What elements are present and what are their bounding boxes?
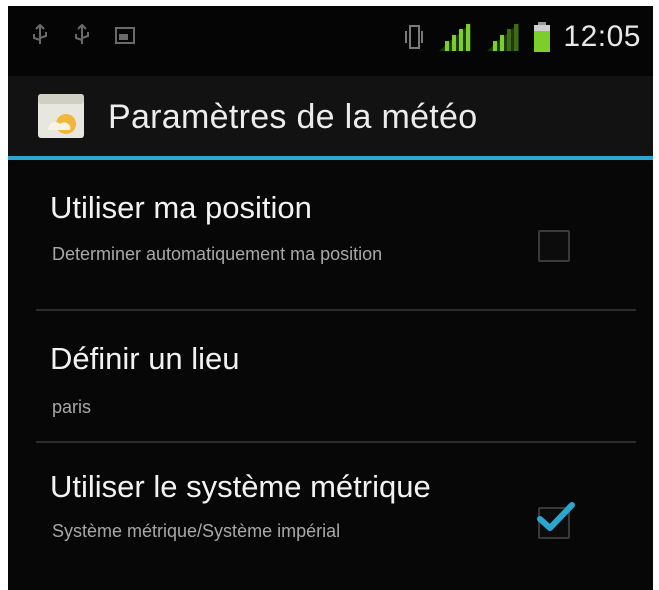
usb-icon bbox=[33, 24, 47, 44]
page-title: Paramètres de la météo bbox=[108, 98, 478, 136]
setting-use-location[interactable]: Utiliser ma position Determiner automati… bbox=[8, 160, 653, 310]
setting-title: Utiliser le système métrique bbox=[50, 469, 431, 504]
battery-icon bbox=[534, 22, 551, 52]
signal-icon bbox=[439, 23, 472, 51]
setting-title: Définir un lieu bbox=[50, 341, 240, 376]
checkmark-icon bbox=[537, 502, 575, 531]
setting-title: Utiliser ma position bbox=[50, 190, 312, 225]
screenshot-icon bbox=[115, 27, 135, 44]
weather-app-icon[interactable] bbox=[36, 90, 88, 142]
app-bar: Paramètres de la météo bbox=[8, 76, 653, 156]
setting-title-container: Utiliser le système métrique bbox=[50, 467, 538, 511]
status-bar: 12:05 bbox=[8, 6, 653, 76]
setting-summary: paris bbox=[52, 397, 92, 417]
status-clock: 12:05 bbox=[563, 20, 641, 53]
setting-metric-system[interactable]: Utiliser le système métrique Système mét… bbox=[8, 443, 653, 590]
phone-screen: 12:05 Paramètres de la météo Utiliser ma… bbox=[8, 6, 653, 590]
setting-summary: Système métrique/Système impérial bbox=[52, 521, 341, 541]
setting-summary: Determiner automatiquement ma position bbox=[52, 244, 383, 264]
setting-set-location[interactable]: Définir un lieu paris bbox=[8, 311, 653, 441]
usb-debug-icon bbox=[75, 24, 89, 44]
vibrate-icon bbox=[405, 25, 424, 49]
use-location-checkbox[interactable] bbox=[538, 230, 570, 262]
signal-icon bbox=[487, 23, 520, 51]
